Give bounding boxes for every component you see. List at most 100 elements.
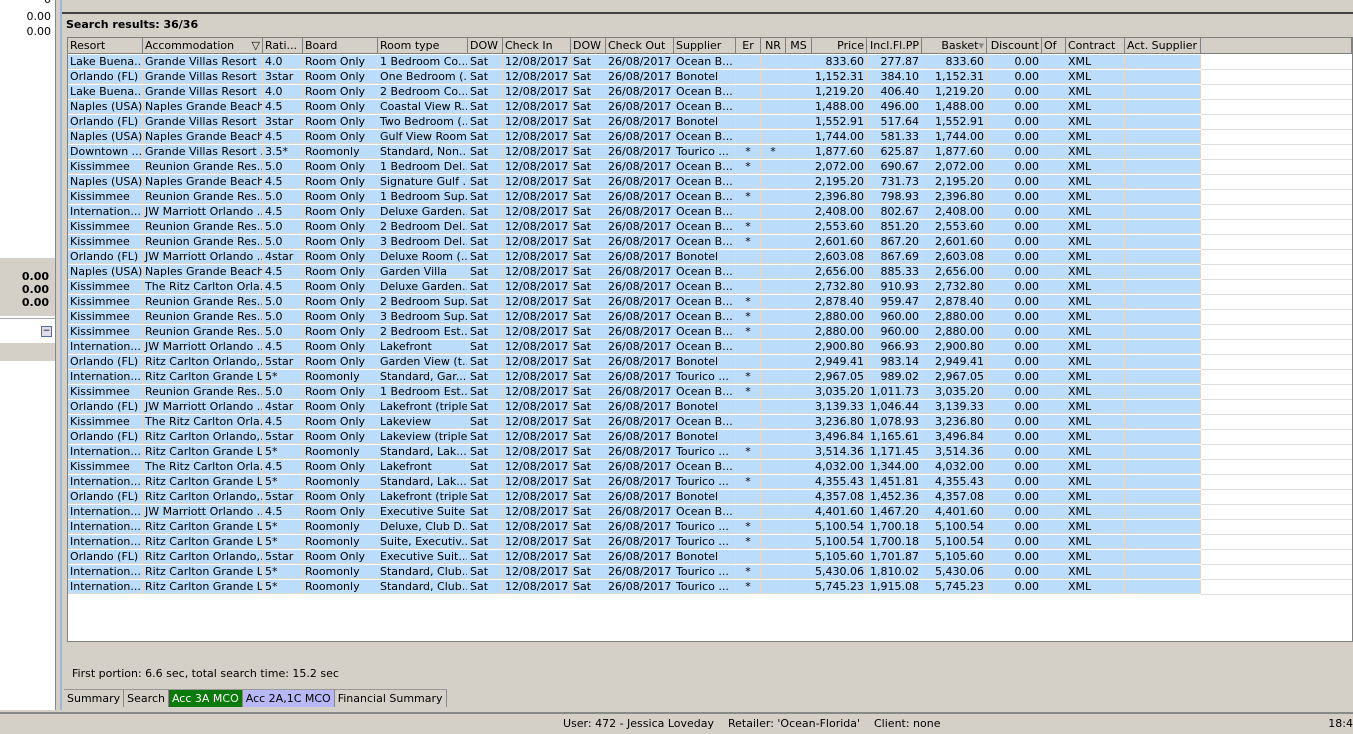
column-header-dow-in[interactable]: DOW [468,38,503,54]
table-row[interactable]: Internation... Ritz Carlton Grande L... 5*… [68,535,1352,550]
column-header-check-out[interactable]: Check Out [606,38,674,54]
cell-er [736,340,761,354]
cell-dow-in: Sat [468,415,503,429]
table-row[interactable]: Lake Buena... Grande Villas Resort 4.0 Room… [68,85,1352,100]
cell-accommodation: Naples Grande Beach... [143,100,263,114]
cell-accommodation: Reunion Grande Res... [143,310,263,324]
table-row[interactable]: Kissimmee Reunion Grande Res... 5.0 Room On… [68,310,1352,325]
table-row[interactable]: Orlando (FL) JW Marriott Orlando ... 4star… [68,250,1352,265]
table-row[interactable]: Kissimmee Reunion Grande Res... 5.0 Room On… [68,160,1352,175]
cell-dow-in: Sat [468,265,503,279]
table-row[interactable]: Orlando (FL) JW Marriott Orlando ... 4star… [68,400,1352,415]
tab-financial-summary[interactable]: Financial Summary [334,690,447,707]
column-header-ms[interactable]: MS [786,38,812,54]
table-row[interactable]: Orlando (FL) Grande Villas Resort 3star Roo… [68,115,1352,130]
table-row[interactable]: Naples (USA) Naples Grande Beach... 4.5 Roo… [68,175,1352,190]
cell-dow-out: Sat [571,490,606,504]
cell-er: * [736,580,761,594]
column-header-accommodation[interactable]: Accommodation ▽ [143,38,263,54]
table-row[interactable]: Internation... Ritz Carlton Grande L... 5*… [68,580,1352,595]
cell-of [1042,160,1066,174]
cell-of [1042,535,1066,549]
table-row[interactable]: Internation... JW Marriott Orlando ... 4.5… [68,205,1352,220]
row-filler [1201,400,1352,415]
table-row[interactable]: Internation... Ritz Carlton Grande L... 5*… [68,565,1352,580]
column-header-supplier[interactable]: Supplier [674,38,736,54]
table-row[interactable]: Naples (USA) Naples Grande Beach... 4.5 Roo… [68,130,1352,145]
column-header-check-in[interactable]: Check In [503,38,571,54]
column-header-incl-fl-pp[interactable]: Incl.Fl.PP [867,38,922,54]
collapse-icon[interactable]: − [41,326,52,337]
cell-check-out: 26/08/2017 [606,295,674,309]
cell-supplier: Ocean B... [674,160,736,174]
tab-search[interactable]: Search [124,690,169,707]
cell-room-type: Standard, Non... [378,145,468,159]
cell-discount: 0.00 [987,175,1042,189]
cell-rating: 5.0 [263,220,303,234]
left-panel: 0 0.00 0.00 0.00 0.00 0.00 − [0,0,56,710]
cell-dow-out: Sat [571,400,606,414]
table-row[interactable]: Internation... Ritz Carlton Grande L... 5*… [68,445,1352,460]
cell-dow-out: Sat [571,145,606,159]
cell-accommodation: Ritz Carlton Orlando,... [143,550,263,564]
table-row[interactable]: Orlando (FL) Ritz Carlton Orlando,... 5sta… [68,430,1352,445]
table-row[interactable]: Orlando (FL) Ritz Carlton Orlando,... 5sta… [68,490,1352,505]
table-row[interactable]: Internation... Ritz Carlton Grande L... 5*… [68,475,1352,490]
table-row[interactable]: Kissimmee The Ritz Carlton Orla... 4.5 Room… [68,460,1352,475]
table-row[interactable]: Internation... Ritz Carlton Grande L... 5*… [68,370,1352,385]
table-row[interactable]: Internation... JW Marriott Orlando ... 4.5… [68,340,1352,355]
cell-nr [761,490,786,504]
table-row[interactable]: Orlando (FL) Ritz Carlton Orlando,... 5sta… [68,550,1352,565]
column-header-basket[interactable]: Basket▾ [922,38,987,54]
column-header-resort[interactable]: Resort [68,38,143,54]
cell-contract: XML [1066,370,1125,384]
cell-price: 2,967.05 [812,370,867,384]
cell-discount: 0.00 [987,400,1042,414]
table-row[interactable]: Orlando (FL) Ritz Carlton Orlando,... 5sta… [68,355,1352,370]
tab-summary[interactable]: Summary [64,690,125,707]
cell-accommodation: JW Marriott Orlando ... [143,250,263,264]
table-row[interactable]: Naples (USA) Naples Grande Beach... 4.5 Roo… [68,265,1352,280]
column-header-price[interactable]: Price [812,38,867,54]
cell-dow-in: Sat [468,235,503,249]
column-header-discount[interactable]: Discount [987,38,1042,54]
cell-basket: 2,949.41 [922,355,987,369]
main-panel: Search results: 36/36 Resort Accommodatio… [60,0,1353,710]
table-row[interactable]: Kissimmee The Ritz Carlton Orla... 4.5 Room… [68,280,1352,295]
cell-er: * [736,385,761,399]
column-header-dow-out[interactable]: DOW [571,38,606,54]
cell-of [1042,505,1066,519]
table-row[interactable]: Kissimmee The Ritz Carlton Orla... 4.5 Room… [68,415,1352,430]
table-row[interactable]: Kissimmee Reunion Grande Res... 5.0 Room On… [68,295,1352,310]
column-header-nr[interactable]: NR [761,38,786,54]
column-header-board[interactable]: Board [303,38,378,54]
cell-discount: 0.00 [987,370,1042,384]
column-header-contract[interactable]: Contract [1066,38,1125,54]
table-row[interactable]: Kissimmee Reunion Grande Res... 5.0 Room On… [68,220,1352,235]
table-row[interactable]: Kissimmee Reunion Grande Res... 5.0 Room On… [68,325,1352,340]
table-row[interactable]: Lake Buena... Grande Villas Resort 4.0 Room… [68,55,1352,70]
table-row[interactable]: Kissimmee Reunion Grande Res... 5.0 Room On… [68,385,1352,400]
table-row[interactable]: Kissimmee Reunion Grande Res... 5.0 Room On… [68,235,1352,250]
column-header-act-supplier[interactable]: Act. Supplier [1125,38,1201,54]
filter-icon[interactable]: ▽ [252,38,260,53]
table-row[interactable]: Downtown ... Grande Villas Resort ... 3.5*… [68,145,1352,160]
table-row[interactable]: Internation... Ritz Carlton Grande L... 5*… [68,520,1352,535]
tab-acc-3a-mco[interactable]: Acc 3A MCO [168,690,243,707]
column-header-er[interactable]: Er [736,38,761,54]
cell-basket: 3,514.36 [922,445,987,459]
table-row[interactable]: Internation... JW Marriott Orlando ... 4.5… [68,505,1352,520]
column-header-rating[interactable]: Rati... [263,38,303,54]
header-filler [1201,38,1352,54]
cell-act-supplier [1125,550,1201,564]
cell-price: 3,236.80 [812,415,867,429]
cell-check-out: 26/08/2017 [606,340,674,354]
table-row[interactable]: Orlando (FL) Grande Villas Resort 3star Roo… [68,70,1352,85]
tab-acc-2a-1c-mco[interactable]: Acc 2A,1C MCO [242,690,335,707]
table-row[interactable]: Kissimmee Reunion Grande Res... 5.0 Room On… [68,190,1352,205]
column-header-room-type[interactable]: Room type [378,38,468,54]
table-row[interactable]: Naples (USA) Naples Grande Beach... 4.5 Roo… [68,100,1352,115]
column-header-of[interactable]: Of [1042,38,1066,54]
cell-supplier: Tourico ... [674,370,736,384]
cell-dow-in: Sat [468,220,503,234]
